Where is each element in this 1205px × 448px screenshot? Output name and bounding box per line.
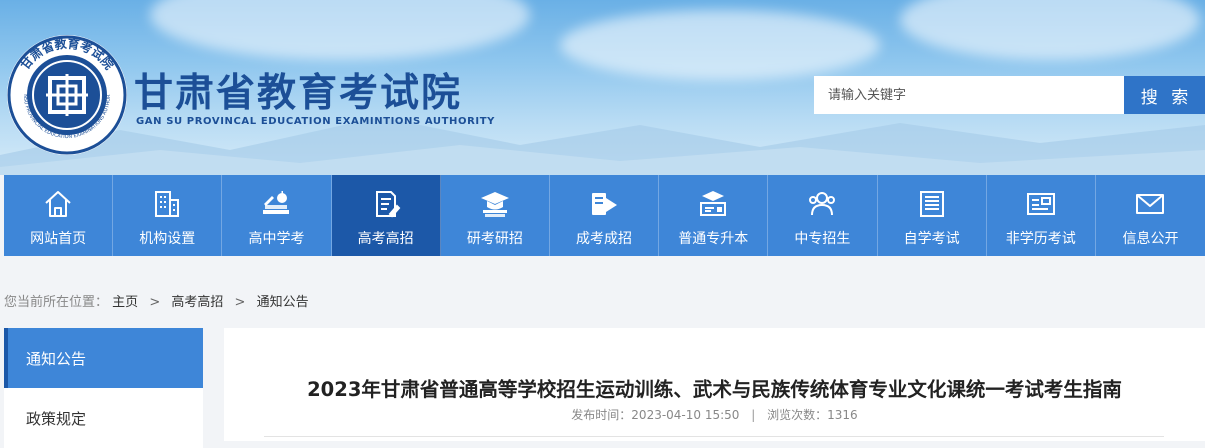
nav-item-non-degree[interactable]: 非学历考试 bbox=[987, 175, 1096, 256]
nav-label: 网站首页 bbox=[30, 231, 87, 247]
article-meta: 发布时间：2023-04-10 15:50 | 浏览次数：1316 bbox=[224, 406, 1205, 423]
nav-label: 研考研招 bbox=[466, 231, 523, 247]
search-input[interactable] bbox=[814, 76, 1124, 114]
nav-item-high-school-exam[interactable]: 高中学考 bbox=[222, 175, 332, 256]
site-title: 甘肃省教育考试院 bbox=[134, 71, 463, 116]
view-count: 1316 bbox=[827, 408, 858, 422]
nav-label: 自学考试 bbox=[903, 231, 960, 247]
books-apple-icon bbox=[263, 191, 290, 214]
view-count-label: 浏览次数： bbox=[767, 408, 828, 422]
exam-paper-icon bbox=[375, 191, 401, 218]
nav-label: 非学历考试 bbox=[1005, 231, 1076, 247]
main-nav: 网站首页 机构设置 高中学考 高考高招 研考研招 成考成招 普通专升本 中专招生… bbox=[4, 175, 1205, 256]
nav-item-self-study[interactable]: 自学考试 bbox=[878, 175, 987, 256]
site-subtitle: GAN SU PROVINCAL EDUCATION EXAMINTIONS A… bbox=[136, 116, 496, 127]
sidebar-item-notices[interactable]: 通知公告 bbox=[4, 328, 203, 388]
breadcrumb: 您当前所在位置： 主页 > 高考高招 > 通知公告 bbox=[4, 291, 309, 310]
nav-item-gaokao[interactable]: 高考高招 bbox=[331, 175, 441, 256]
meta-separator: | bbox=[751, 408, 756, 422]
nav-label: 信息公开 bbox=[1122, 231, 1179, 247]
sidebar: 通知公告 政策规定 bbox=[4, 328, 203, 448]
teacher-board-icon bbox=[700, 191, 727, 216]
article-divider bbox=[264, 436, 1164, 437]
nav-item-vocational[interactable]: 中专招生 bbox=[768, 175, 878, 256]
cloud-decoration bbox=[560, 10, 880, 80]
breadcrumb-separator: > bbox=[149, 295, 161, 310]
nav-item-home[interactable]: 网站首页 bbox=[4, 175, 114, 256]
search-button[interactable]: 搜 索 bbox=[1124, 76, 1205, 114]
cloud-decoration bbox=[900, 0, 1200, 60]
breadcrumb-notice-link[interactable]: 通知公告 bbox=[257, 295, 309, 310]
nav-item-upgrade[interactable]: 普通专升本 bbox=[659, 175, 769, 256]
sidebar-item-policies[interactable]: 政策规定 bbox=[4, 388, 203, 448]
certificate-icon bbox=[1026, 193, 1055, 215]
cloud-decoration bbox=[150, 0, 530, 60]
nav-label: 普通专升本 bbox=[678, 231, 749, 247]
breadcrumb-gaokao-link[interactable]: 高考高招 bbox=[171, 295, 223, 310]
logo-emblem: 甘肃省教育考试院 GANSU PROVINCIAL EDUCATION EXAM… bbox=[6, 34, 127, 155]
nav-item-postgraduate[interactable]: 研考研招 bbox=[441, 175, 550, 256]
nav-item-public-info[interactable]: 信息公开 bbox=[1096, 175, 1205, 256]
publish-time-label: 发布时间： bbox=[571, 408, 632, 422]
open-book-icon bbox=[592, 193, 618, 215]
building-icon bbox=[155, 191, 180, 217]
article-title: 2023年甘肃省普通高等学校招生运动训练、武术与民族传统体育专业文化课统一考试考… bbox=[307, 378, 1122, 401]
breadcrumb-home-link[interactable]: 主页 bbox=[112, 295, 138, 310]
graduation-cap-icon bbox=[480, 192, 509, 217]
breadcrumb-separator: > bbox=[234, 295, 246, 310]
nav-label: 高考高招 bbox=[357, 231, 414, 247]
users-icon bbox=[809, 192, 836, 216]
article-panel: 2023年甘肃省普通高等学校招生运动训练、武术与民族传统体育专业文化课统一考试考… bbox=[224, 328, 1205, 441]
mail-icon bbox=[1136, 194, 1165, 214]
publish-time: 2023-04-10 15:50 bbox=[631, 408, 740, 422]
nav-label: 高中学考 bbox=[248, 231, 305, 247]
nav-label: 中专招生 bbox=[794, 231, 851, 247]
nav-label: 机构设置 bbox=[139, 231, 196, 247]
nav-item-organization[interactable]: 机构设置 bbox=[113, 175, 223, 256]
document-list-icon bbox=[919, 191, 944, 217]
site-header: 甘肃省教育考试院 GANSU PROVINCIAL EDUCATION EXAM… bbox=[0, 0, 1205, 175]
breadcrumb-prefix: 您当前所在位置： bbox=[4, 295, 109, 310]
nav-label: 成考成招 bbox=[576, 231, 633, 247]
home-icon bbox=[45, 191, 71, 217]
nav-item-adult-exam[interactable]: 成考成招 bbox=[550, 175, 660, 256]
